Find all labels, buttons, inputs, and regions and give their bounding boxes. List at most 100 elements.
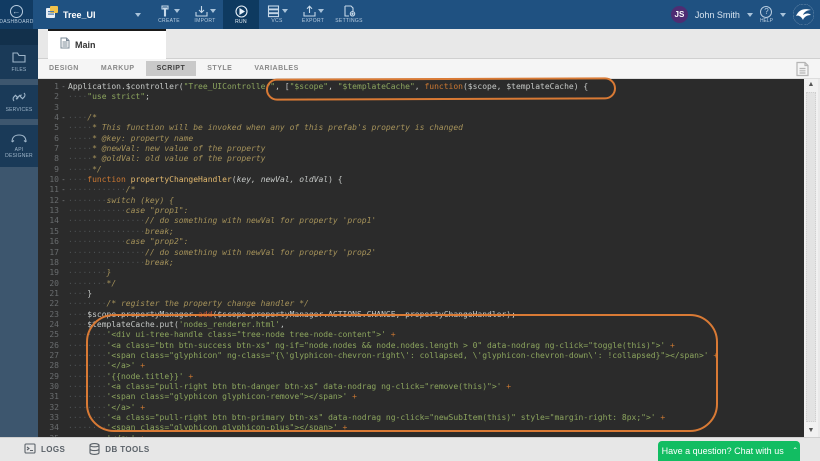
scrollbar-thumb[interactable] bbox=[806, 92, 816, 422]
code-line[interactable]: 26········'<a class="btn btn-success btn… bbox=[38, 341, 804, 351]
code-text[interactable]: ····/* bbox=[68, 113, 804, 123]
code-line[interactable]: 6·····* @key: property name bbox=[38, 134, 804, 144]
help-button[interactable]: ? HELP bbox=[760, 6, 773, 24]
code-text[interactable]: ················break; bbox=[68, 258, 804, 268]
settings-button[interactable]: SETTINGS bbox=[331, 0, 367, 29]
code-line[interactable]: 28········'</a>' + bbox=[38, 361, 804, 371]
code-text[interactable]: ········} bbox=[68, 268, 804, 278]
code-text[interactable]: ············case "prop2": bbox=[68, 237, 804, 247]
code-line[interactable]: 30········'<a class="pull-right btn btn-… bbox=[38, 382, 804, 392]
code-text[interactable]: ········'<a class="pull-right btn btn-pr… bbox=[68, 413, 804, 423]
code-line[interactable]: 20········*/ bbox=[38, 279, 804, 289]
code-line[interactable]: 32········'</a>' + bbox=[38, 403, 804, 413]
code-text[interactable]: ········*/ bbox=[68, 279, 804, 289]
vcs-button[interactable]: VCS bbox=[259, 0, 295, 29]
code-line[interactable]: 8·····* @oldVal: old value of the proper… bbox=[38, 154, 804, 164]
export-button[interactable]: EXPORT bbox=[295, 0, 331, 29]
code-text[interactable]: ················// do something with new… bbox=[68, 216, 804, 226]
code-text[interactable]: Application.$controller("Tree_UIControll… bbox=[68, 82, 804, 92]
logs-button[interactable]: LOGS bbox=[24, 443, 65, 456]
code-line[interactable]: 7·····* @newVal: new value of the proper… bbox=[38, 144, 804, 154]
code-line[interactable]: 29········'{{node.title}}' + bbox=[38, 372, 804, 382]
sidebar-item-api-designer[interactable]: API DESIGNER bbox=[0, 125, 38, 167]
run-button[interactable]: RUN bbox=[223, 0, 259, 29]
code-text[interactable]: ········'<span class="glyphicon glyphico… bbox=[68, 392, 804, 402]
code-line[interactable]: 5·····* This function will be invoked wh… bbox=[38, 123, 804, 133]
code-text[interactable]: ········/* register the property change … bbox=[68, 299, 804, 309]
code-line[interactable]: 24····$templateCache.put('nodes_renderer… bbox=[38, 320, 804, 330]
tab-script[interactable]: SCRIPT bbox=[146, 61, 197, 76]
code-text[interactable]: ········'<a class="btn btn-success btn-x… bbox=[68, 341, 804, 351]
code-line[interactable]: 4-····/* bbox=[38, 113, 804, 123]
code-line[interactable]: 2····"use strict"; bbox=[38, 92, 804, 102]
code-text[interactable]: ················// do something with new… bbox=[68, 248, 804, 258]
code-text[interactable]: ·····* @newVal: new value of the propert… bbox=[68, 144, 804, 154]
code-text[interactable]: ········'{{node.title}}' + bbox=[68, 372, 804, 382]
avatar[interactable]: JS bbox=[671, 6, 688, 23]
chat-widget-button[interactable]: Have a question? Chat with us ˆ bbox=[658, 441, 800, 461]
code-text[interactable]: ·····* @oldVal: old value of the propert… bbox=[68, 154, 804, 164]
file-save-icon[interactable] bbox=[795, 61, 810, 82]
code-text[interactable]: ·····* @key: property name bbox=[68, 134, 804, 144]
line-number[interactable]: 12- bbox=[38, 196, 68, 206]
code-line[interactable]: 10-····function propertyChangeHandler(ke… bbox=[38, 175, 804, 185]
tab-variables[interactable]: VARIABLES bbox=[243, 61, 309, 76]
tab-main[interactable]: Main bbox=[48, 29, 166, 59]
help-caret-icon[interactable] bbox=[780, 13, 786, 17]
code-line[interactable]: 17················// do something with n… bbox=[38, 248, 804, 258]
editor-scrollbar[interactable]: ▲ ▼ bbox=[804, 79, 818, 437]
code-line[interactable]: 27········'<span class="glyphicon" ng-cl… bbox=[38, 351, 804, 361]
line-number[interactable]: 10- bbox=[38, 175, 68, 185]
code-line[interactable]: 15················break; bbox=[38, 227, 804, 237]
code-line[interactable]: 19········} bbox=[38, 268, 804, 278]
code-line[interactable]: 13············case "prop1": bbox=[38, 206, 804, 216]
code-text[interactable]: ·····* This function will be invoked whe… bbox=[68, 123, 804, 133]
code-line[interactable]: 11-············/* bbox=[38, 185, 804, 195]
code-text[interactable]: ····} bbox=[68, 289, 804, 299]
dashboard-button[interactable]: ← DASHBOARD bbox=[0, 0, 33, 29]
sidebar-item-services[interactable]: SERVICES bbox=[0, 85, 38, 119]
line-number[interactable]: 4- bbox=[38, 113, 68, 123]
code-line[interactable]: 21····} bbox=[38, 289, 804, 299]
code-text[interactable]: ·····*/ bbox=[68, 165, 804, 175]
tab-style[interactable]: STYLE bbox=[196, 61, 243, 76]
code-line[interactable]: 22········/* register the property chang… bbox=[38, 299, 804, 309]
db-tools-button[interactable]: DB TOOLS bbox=[89, 443, 149, 457]
code-text[interactable]: ········'<span class="glyphicon" ng-clas… bbox=[68, 351, 804, 361]
code-text[interactable]: ········'</a>' + bbox=[68, 361, 804, 371]
code-line[interactable]: 9·····*/ bbox=[38, 165, 804, 175]
code-text[interactable]: ········'</a>' + bbox=[68, 403, 804, 413]
create-button[interactable]: CREATE bbox=[151, 0, 187, 29]
code-text[interactable]: ········'<div ui-tree-handle class="tree… bbox=[68, 330, 804, 340]
code-line[interactable]: 33········'<a class="pull-right btn btn-… bbox=[38, 413, 804, 423]
code-text[interactable]: ····$scope.propertyManager.add($scope.pr… bbox=[68, 310, 804, 320]
code-line[interactable]: 16············case "prop2": bbox=[38, 237, 804, 247]
code-text[interactable]: ····"use strict"; bbox=[68, 92, 804, 102]
code-text[interactable]: ········'<span class="glyphicon glyphico… bbox=[68, 423, 804, 433]
tab-design[interactable]: DESIGN bbox=[38, 61, 90, 76]
user-menu-caret-icon[interactable] bbox=[747, 13, 753, 17]
import-button[interactable]: IMPORT bbox=[187, 0, 223, 29]
code-text[interactable]: ····$templateCache.put('nodes_renderer.h… bbox=[68, 320, 804, 330]
tab-markup[interactable]: MARKUP bbox=[90, 61, 146, 76]
scroll-down-icon[interactable]: ▼ bbox=[804, 425, 818, 437]
project-switcher[interactable]: Tree_UI bbox=[33, 0, 151, 29]
code-line[interactable]: 25········'<div ui-tree-handle class="tr… bbox=[38, 330, 804, 340]
code-text[interactable]: ····function propertyChangeHandler(key, … bbox=[68, 175, 804, 185]
code-line[interactable]: 12-········switch (key) { bbox=[38, 196, 804, 206]
code-line[interactable]: 18················break; bbox=[38, 258, 804, 268]
sidebar-item-files[interactable]: FILES bbox=[0, 45, 38, 79]
code-editor[interactable]: 1-Application.$controller("Tree_UIContro… bbox=[38, 79, 804, 437]
code-line[interactable]: 31········'<span class="glyphicon glyphi… bbox=[38, 392, 804, 402]
code-line[interactable]: 3 bbox=[38, 103, 804, 113]
code-line[interactable]: 34········'<span class="glyphicon glyphi… bbox=[38, 423, 804, 433]
code-line[interactable]: 1-Application.$controller("Tree_UIContro… bbox=[38, 82, 804, 92]
code-text[interactable]: ············case "prop1": bbox=[68, 206, 804, 216]
line-number[interactable]: 11- bbox=[38, 185, 68, 195]
line-number[interactable]: 1- bbox=[38, 82, 68, 92]
code-line[interactable]: 23····$scope.propertyManager.add($scope.… bbox=[38, 310, 804, 320]
code-text[interactable]: ········switch (key) { bbox=[68, 196, 804, 206]
code-line[interactable]: 14················// do something with n… bbox=[38, 216, 804, 226]
code-text[interactable]: ············/* bbox=[68, 185, 804, 195]
code-text[interactable]: ········'<a class="pull-right btn btn-da… bbox=[68, 382, 804, 392]
